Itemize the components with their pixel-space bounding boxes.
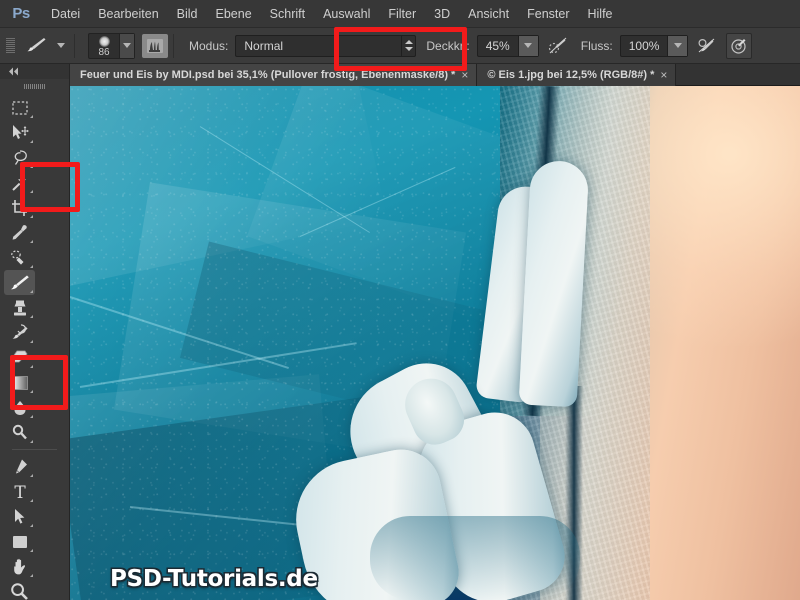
- brush-tool-preset-chevron[interactable]: [53, 32, 69, 60]
- tools-divider-1: [12, 449, 57, 450]
- type-tool[interactable]: T: [4, 479, 35, 504]
- photoshop-window: Ps Datei Bearbeiten Bild Ebene Schrift A…: [0, 0, 800, 600]
- eyedropper-tool[interactable]: [4, 220, 35, 245]
- menu-item-bild[interactable]: Bild: [168, 0, 207, 28]
- menu-item-schrift[interactable]: Schrift: [261, 0, 314, 28]
- move-tool[interactable]: [4, 120, 35, 145]
- opacity-field[interactable]: 45%: [476, 34, 539, 57]
- brush-preview: 86: [89, 34, 119, 58]
- tools-panel: T: [0, 64, 70, 600]
- brush-tool[interactable]: [4, 270, 35, 295]
- menu-item-filter[interactable]: Filter: [379, 0, 425, 28]
- spot-healing-brush-tool[interactable]: [4, 245, 35, 270]
- opacity-highlight: [334, 27, 467, 71]
- menu-item-auswahl[interactable]: Auswahl: [314, 0, 379, 28]
- menu-item-bearbeiten[interactable]: Bearbeiten: [89, 0, 167, 28]
- document-tab-2[interactable]: © Eis 1.jpg bei 12,5% (RGB/8#) * ×: [477, 64, 677, 86]
- pen-tool[interactable]: [4, 454, 35, 479]
- color-swatch-highlight: [10, 355, 68, 410]
- opacity-pressure-icon[interactable]: [545, 33, 571, 59]
- options-divider-2: [173, 33, 174, 58]
- clone-stamp-tool[interactable]: [4, 295, 35, 320]
- path-selection-tool[interactable]: [4, 504, 35, 529]
- flow-field[interactable]: 100%: [619, 34, 689, 57]
- image-canvas[interactable]: PSD-Tutorials.de: [70, 86, 800, 600]
- photoshop-logo: Ps: [12, 5, 30, 22]
- opacity-dropdown-arrow[interactable]: [517, 35, 538, 56]
- menu-item-ansicht[interactable]: Ansicht: [459, 0, 518, 28]
- brush-tool-highlight: [20, 162, 80, 212]
- svg-text:T: T: [14, 483, 26, 501]
- flow-label: Fluss:: [580, 38, 613, 53]
- menu-item-3d[interactable]: 3D: [425, 0, 459, 28]
- menu-item-hilfe[interactable]: Hilfe: [579, 0, 622, 28]
- finger-shadow: [370, 516, 580, 600]
- hand-tool[interactable]: [4, 554, 35, 579]
- watermark: PSD-Tutorials.de: [110, 566, 318, 592]
- opacity-value: 45%: [485, 38, 510, 53]
- history-brush-tool[interactable]: [4, 320, 35, 345]
- brush-panel-icon[interactable]: [142, 33, 168, 58]
- menu-item-fenster[interactable]: Fenster: [518, 0, 578, 28]
- brush-preset-picker[interactable]: 86: [88, 32, 135, 59]
- rectangular-marquee-tool[interactable]: [4, 95, 35, 120]
- options-divider-1: [74, 33, 75, 58]
- tools-panel-grip[interactable]: [0, 79, 69, 93]
- document-tab-2-title: © Eis 1.jpg bei 12,5% (RGB/8#) *: [487, 69, 655, 81]
- tablet-pressure-icon[interactable]: [726, 32, 753, 59]
- dodge-tool[interactable]: [4, 420, 35, 445]
- brush-preset-dropdown-arrow[interactable]: [119, 33, 134, 58]
- double-chevron-left-icon[interactable]: [0, 64, 69, 79]
- airbrush-icon[interactable]: [694, 33, 720, 59]
- menu-item-datei[interactable]: Datei: [42, 0, 89, 28]
- brush-size-value: 86: [98, 46, 110, 58]
- close-icon[interactable]: ×: [660, 68, 667, 82]
- brush-icon[interactable]: [19, 32, 53, 60]
- menu-item-ebene[interactable]: Ebene: [207, 0, 261, 28]
- options-bar-grip[interactable]: [3, 31, 17, 61]
- mode-label: Modus:: [189, 38, 229, 53]
- flow-value: 100%: [628, 38, 660, 53]
- flow-dropdown-arrow[interactable]: [667, 35, 688, 56]
- rectangle-shape-tool[interactable]: [4, 529, 35, 554]
- zoom-tool[interactable]: [4, 579, 35, 600]
- soft-round-brush-icon: [98, 35, 110, 47]
- menu-bar: Ps Datei Bearbeiten Bild Ebene Schrift A…: [0, 0, 800, 28]
